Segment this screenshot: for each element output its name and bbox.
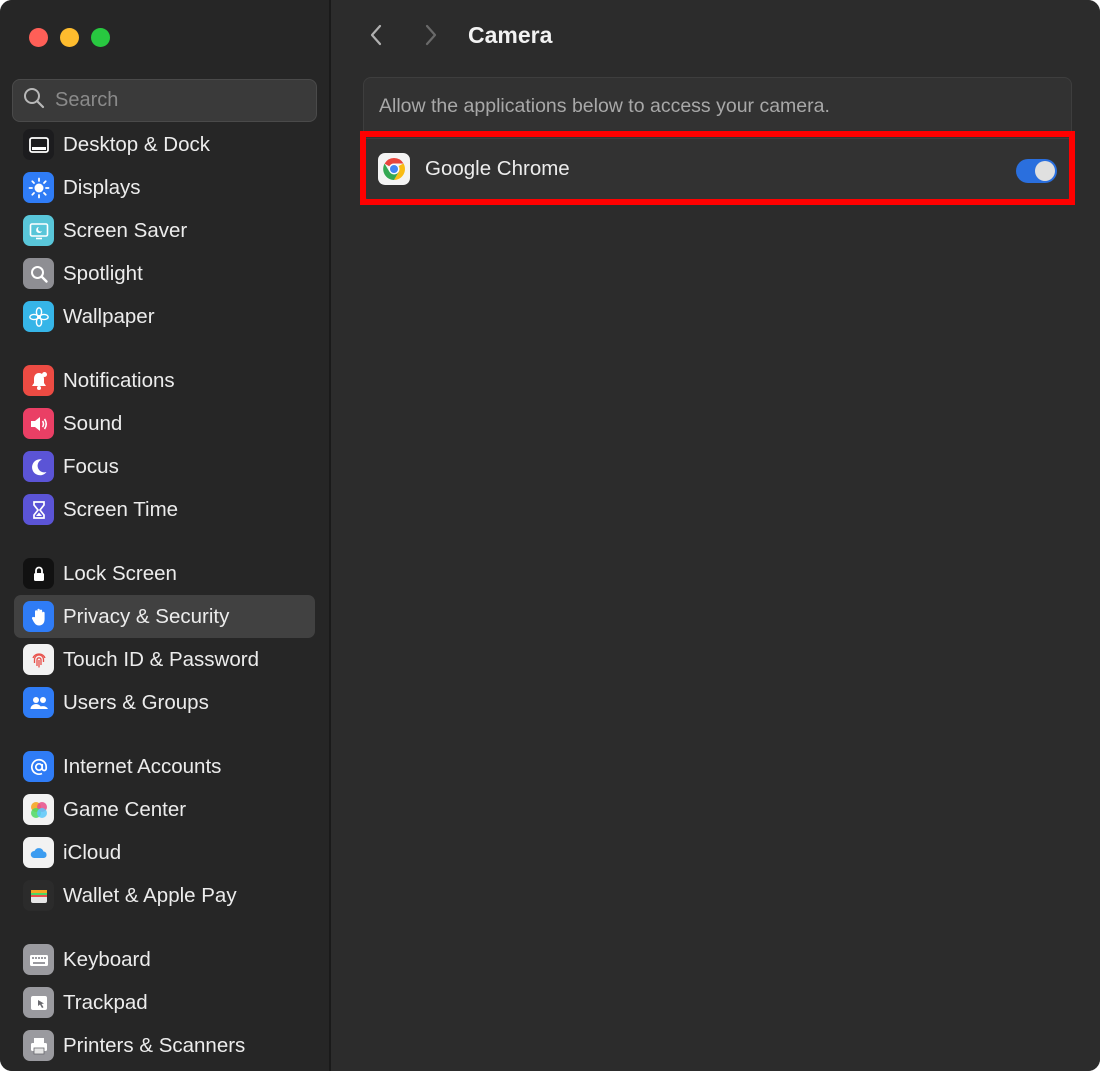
sidebar-item-label: Focus xyxy=(63,454,119,478)
printer-icon xyxy=(23,1030,54,1061)
sidebar-item-label: Wallet & Apple Pay xyxy=(63,883,237,907)
sidebar-item-label: Privacy & Security xyxy=(63,604,230,628)
search-box[interactable] xyxy=(12,79,317,122)
magnifier-icon xyxy=(23,258,54,289)
sidebar-item-label: Lock Screen xyxy=(63,561,177,585)
search-icon xyxy=(23,87,45,114)
moon-icon xyxy=(23,451,54,482)
sidebar-item-label: Internet Accounts xyxy=(63,754,222,778)
sidebar-item-label: Touch ID & Password xyxy=(63,647,259,671)
sidebar-item-screen-time[interactable]: Screen Time xyxy=(14,488,315,531)
sidebar-item-label: Screen Saver xyxy=(63,218,188,242)
sidebar-item-keyboard[interactable]: Keyboard xyxy=(14,938,315,981)
sidebar-item-sound[interactable]: Sound xyxy=(14,402,315,445)
screen-saver-icon xyxy=(23,215,54,246)
sidebar-item-wallpaper[interactable]: Wallpaper xyxy=(14,295,315,338)
sidebar-item-label: Keyboard xyxy=(63,947,151,971)
sidebar-item-displays[interactable]: Displays xyxy=(14,166,315,209)
flower-icon xyxy=(23,301,54,332)
sidebar: Desktop & Dock Displays Screen Saver Spo… xyxy=(0,0,331,1071)
main-pane: Camera Allow the applications below to a… xyxy=(333,0,1100,1071)
sidebar-item-game-center[interactable]: Game Center xyxy=(14,788,315,831)
sidebar-item-label: Screen Time xyxy=(63,497,179,521)
fingerprint-icon xyxy=(23,644,54,675)
sidebar-item-label: Notifications xyxy=(63,368,175,392)
page-title: Camera xyxy=(468,22,553,48)
sidebar-item-trackpad[interactable]: Trackpad xyxy=(14,981,315,1024)
sidebar-item-notifications[interactable]: Notifications xyxy=(14,359,315,402)
sidebar-item-spotlight[interactable]: Spotlight xyxy=(14,252,315,295)
sun-icon xyxy=(23,172,54,203)
sidebar-item-label: Displays xyxy=(63,175,141,199)
bell-icon xyxy=(23,365,54,396)
highlight-box xyxy=(360,131,1075,205)
sidebar-item-users-groups[interactable]: Users & Groups xyxy=(14,681,315,724)
sidebar-item-printers[interactable]: Printers & Scanners xyxy=(14,1024,315,1067)
sidebar-item-label: Sound xyxy=(63,411,123,435)
sidebar-item-label: Users & Groups xyxy=(63,690,209,714)
sidebar-item-internet-accounts[interactable]: Internet Accounts xyxy=(14,745,315,788)
sidebar-item-touch-id[interactable]: Touch ID & Password xyxy=(14,638,315,681)
dock-icon xyxy=(23,129,54,160)
sidebar-item-privacy-security[interactable]: Privacy & Security xyxy=(14,595,315,638)
sidebar-item-label: Printers & Scanners xyxy=(63,1033,246,1057)
chevron-right-icon xyxy=(422,23,440,52)
sidebar-item-wallet[interactable]: Wallet & Apple Pay xyxy=(14,874,315,917)
cloud-icon xyxy=(23,837,54,868)
back-button[interactable] xyxy=(361,22,391,52)
trackpad-icon xyxy=(23,987,54,1018)
users-icon xyxy=(23,687,54,718)
chevron-left-icon xyxy=(367,23,385,52)
sidebar-list: Desktop & Dock Displays Screen Saver Spo… xyxy=(0,123,331,1071)
sidebar-item-lock-screen[interactable]: Lock Screen xyxy=(14,552,315,595)
sidebar-item-label: Spotlight xyxy=(63,261,143,285)
keyboard-icon xyxy=(23,944,54,975)
speaker-icon xyxy=(23,408,54,439)
minimize-button[interactable] xyxy=(60,28,79,47)
zoom-button[interactable] xyxy=(91,28,110,47)
sidebar-item-label: Desktop & Dock xyxy=(63,132,210,156)
settings-window: Desktop & Dock Displays Screen Saver Spo… xyxy=(0,0,1100,1071)
sidebar-item-focus[interactable]: Focus xyxy=(14,445,315,488)
at-icon xyxy=(23,751,54,782)
lock-icon xyxy=(23,558,54,589)
close-button[interactable] xyxy=(29,28,48,47)
sidebar-item-label: Trackpad xyxy=(63,990,148,1014)
sidebar-item-label: Wallpaper xyxy=(63,304,155,328)
sidebar-item-label: iCloud xyxy=(63,840,122,864)
hourglass-icon xyxy=(23,494,54,525)
sidebar-item-icloud[interactable]: iCloud xyxy=(14,831,315,874)
hand-icon xyxy=(23,601,54,632)
wallet-icon xyxy=(23,880,54,911)
forward-button[interactable] xyxy=(416,22,446,52)
window-controls xyxy=(29,28,110,47)
sidebar-item-label: Game Center xyxy=(63,797,187,821)
sidebar-item-screen-saver[interactable]: Screen Saver xyxy=(14,209,315,252)
panel-description: Allow the applications below to access y… xyxy=(379,95,830,117)
sidebar-item-desktop-dock[interactable]: Desktop & Dock xyxy=(14,123,315,166)
search-input[interactable] xyxy=(55,89,295,112)
game-center-icon xyxy=(23,794,54,825)
